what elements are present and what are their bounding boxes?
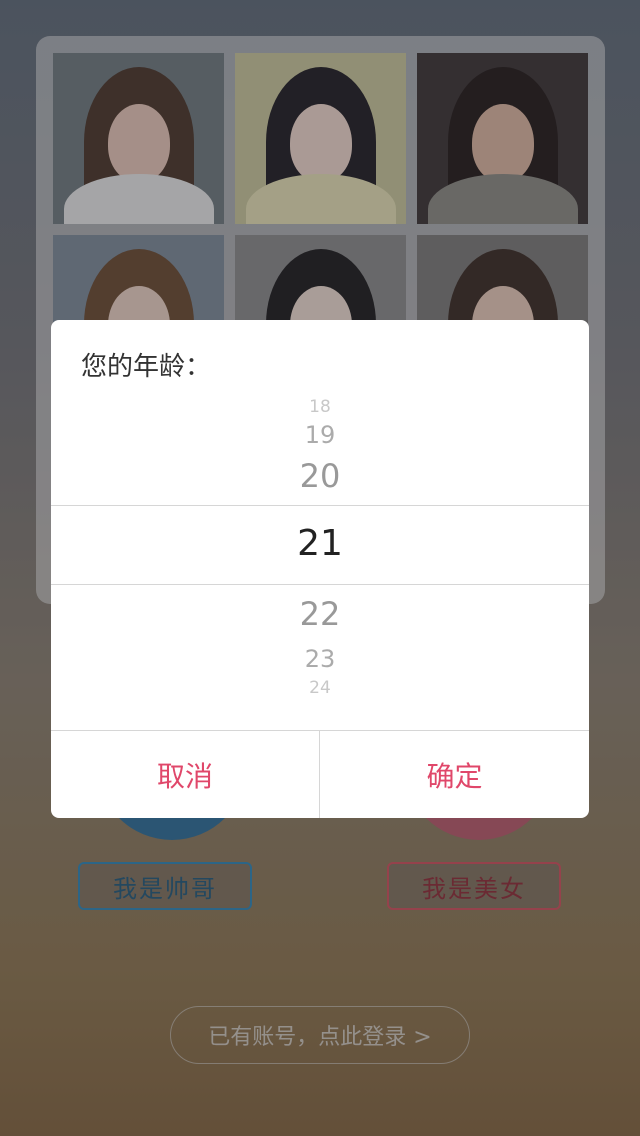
picker-option[interactable]: 19 — [51, 421, 589, 449]
cancel-button[interactable]: 取消 — [51, 731, 320, 818]
picker-option[interactable]: 18 — [51, 397, 589, 417]
picker-option[interactable]: 22 — [51, 595, 589, 633]
picker-option[interactable]: 24 — [51, 678, 589, 698]
age-picker[interactable]: 18 19 20 21 22 23 24 — [51, 395, 589, 725]
picker-selection-line-top — [51, 505, 589, 506]
picker-selected-option[interactable]: 21 — [51, 523, 589, 564]
picker-option[interactable]: 20 — [51, 457, 589, 495]
confirm-button[interactable]: 确定 — [320, 731, 589, 818]
dialog-title: 您的年龄： — [81, 352, 212, 382]
picker-selection-line-bottom — [51, 584, 589, 585]
dialog-footer: 取消 确定 — [51, 730, 589, 818]
picker-option[interactable]: 23 — [51, 645, 589, 673]
age-dialog: 您的年龄： 18 19 20 21 22 23 24 取消 确定 — [51, 320, 589, 818]
